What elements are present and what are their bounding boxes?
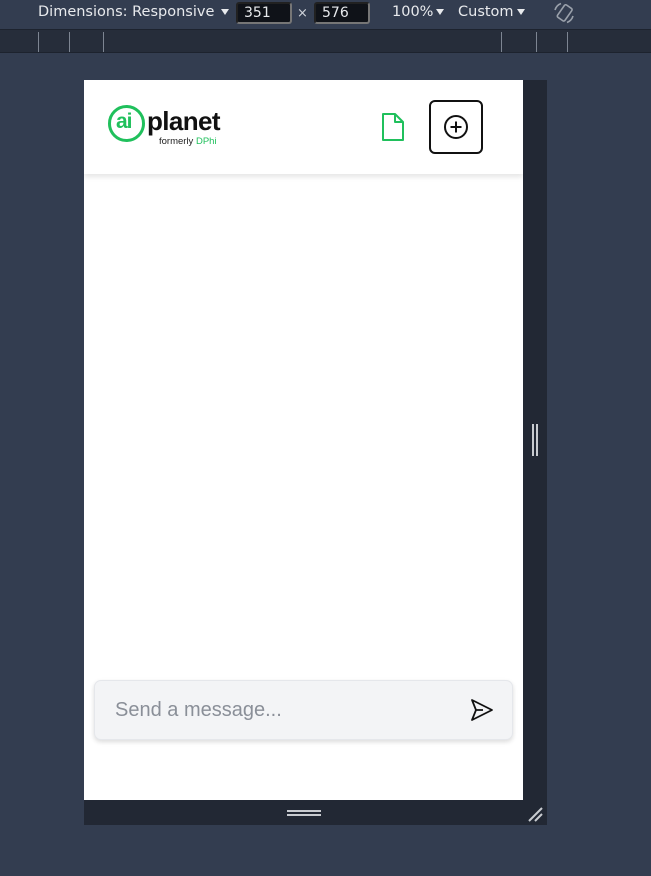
logo-name: planet [147, 106, 221, 136]
media-query-ruler [0, 29, 651, 53]
ruler-tick[interactable] [501, 32, 502, 52]
dimensions-label: Dimensions: Responsive [38, 4, 215, 20]
message-composer [94, 680, 513, 740]
file-icon[interactable] [381, 112, 405, 142]
chevron-down-icon [221, 9, 230, 15]
ruler-tick[interactable] [536, 32, 537, 52]
ruler-tick[interactable] [103, 32, 104, 52]
new-chat-button[interactable] [429, 100, 483, 154]
zoom-dropdown[interactable]: 100% [392, 4, 445, 20]
device-viewport: ai planet formerly DPhi [84, 80, 523, 800]
ruler-tick[interactable] [69, 32, 70, 52]
message-input[interactable] [95, 681, 465, 739]
dimensions-dropdown[interactable]: Dimensions: Responsive [38, 4, 230, 20]
devtools-toolbar: Dimensions: Responsive × 100% Custom [0, 0, 651, 28]
logo-subtitle-prefix: formerly [159, 136, 196, 147]
logo-subtitle-accent: DPhi [195, 136, 217, 147]
throttle-dropdown[interactable]: Custom [458, 4, 525, 20]
logo-subtitle: formerly DPhi [159, 136, 217, 147]
app-header: ai planet formerly DPhi [84, 80, 523, 174]
rotate-icon[interactable] [552, 1, 576, 25]
corner-resize-handle[interactable] [526, 805, 544, 823]
width-resize-handle[interactable] [531, 424, 539, 456]
ruler-tick[interactable] [567, 32, 568, 52]
ai-planet-logo[interactable]: ai planet formerly DPhi [108, 105, 221, 149]
send-icon[interactable] [469, 697, 495, 723]
ruler-tick[interactable] [38, 32, 39, 52]
zoom-label: 100% [392, 4, 434, 20]
logo-mark-text: ai [116, 110, 132, 133]
throttle-label: Custom [458, 4, 514, 20]
chevron-down-icon [436, 9, 445, 15]
plus-circle-icon [444, 115, 468, 139]
chevron-down-icon [516, 9, 525, 15]
height-input[interactable] [314, 2, 370, 24]
width-input[interactable] [236, 2, 292, 24]
height-resize-handle[interactable] [287, 809, 321, 817]
times-sign: × [297, 6, 308, 21]
